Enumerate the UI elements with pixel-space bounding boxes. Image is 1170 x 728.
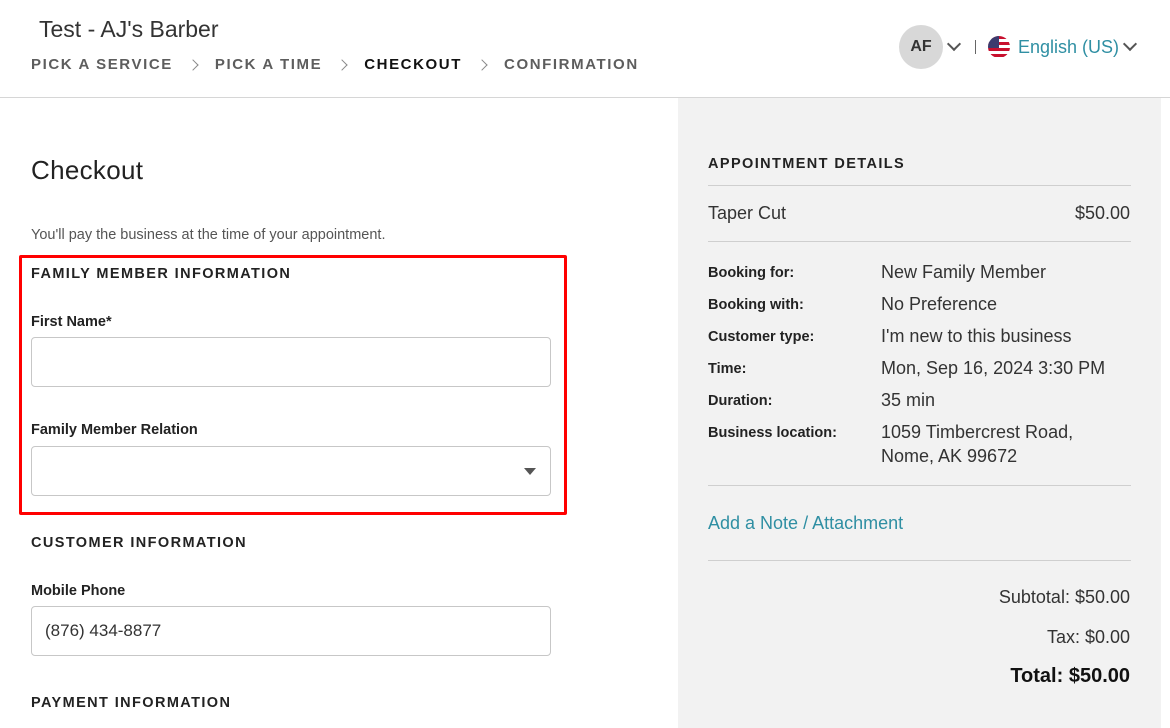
caret-down-icon (524, 468, 536, 475)
customer-section-title: CUSTOMER INFORMATION (31, 535, 247, 551)
step-checkout: CHECKOUT (364, 56, 463, 73)
divider (708, 560, 1131, 561)
total: Total: $50.00 (1010, 665, 1130, 687)
language-selector[interactable]: English (US) (1018, 37, 1119, 58)
booking-for-label: Booking for: (708, 265, 795, 281)
page-title: Checkout (31, 155, 144, 185)
booking-with-value: No Preference (881, 294, 998, 314)
relation-select[interactable] (31, 446, 551, 496)
payment-note: You'll pay the business at the time of y… (31, 227, 386, 243)
service-price: $50.00 (1074, 203, 1130, 223)
subtotal: Subtotal: $50.00 (998, 587, 1130, 607)
chevron-right-icon (336, 58, 348, 71)
booking-with-label: Booking with: (708, 297, 804, 313)
avatar[interactable]: AF (899, 25, 943, 69)
booking-for-value: New Family Member (881, 262, 1047, 282)
first-name-label: First Name* (31, 314, 112, 330)
step-pick-a-service[interactable]: PICK A SERVICE (31, 56, 173, 73)
time-value: Mon, Sep 16, 2024 3:30 PM (881, 358, 1106, 378)
business-name: Test - AJ's Barber (39, 16, 219, 42)
relation-label: Family Member Relation (31, 422, 198, 438)
mobile-phone-label: Mobile Phone (31, 583, 126, 599)
time-label: Time: (708, 361, 747, 377)
family-member-section-title: FAMILY MEMBER INFORMATION (31, 266, 292, 282)
divider (708, 485, 1131, 486)
top-header: Test - AJ's Barber PICK A SERVICE PICK A… (0, 0, 1170, 98)
step-confirmation: CONFIRMATION (504, 56, 639, 73)
appointment-details-title: APPOINTMENT DETAILS (708, 156, 906, 172)
booking-steps: PICK A SERVICE PICK A TIME CHECKOUT CONF… (31, 56, 639, 73)
chevron-right-icon (187, 58, 199, 71)
user-language-area: AF English (US) (899, 25, 1138, 69)
business-location-line1: 1059 Timbercrest Road, (881, 422, 1074, 442)
business-location-line2: Nome, AK 99672 (881, 446, 1018, 466)
us-flag-icon (988, 36, 1010, 58)
duration-value: 35 min (881, 390, 936, 410)
chevron-down-icon[interactable] (946, 36, 962, 52)
divider (975, 40, 976, 54)
customer-type-label: Customer type: (708, 329, 815, 345)
customer-type-value: I'm new to this business (881, 326, 1072, 346)
mobile-phone-input[interactable] (31, 606, 551, 656)
service-name: Taper Cut (708, 203, 787, 223)
chevron-right-icon (476, 58, 488, 71)
duration-label: Duration: (708, 393, 773, 409)
divider (708, 185, 1131, 186)
divider (708, 241, 1131, 242)
tax: Tax: $0.00 (1046, 627, 1130, 647)
business-location-label: Business location: (708, 425, 837, 441)
step-pick-a-time[interactable]: PICK A TIME (215, 56, 322, 73)
payment-section-title: PAYMENT INFORMATION (31, 695, 232, 711)
add-note-attachment-link[interactable]: Add a Note / Attachment (708, 513, 903, 534)
first-name-input[interactable] (31, 337, 551, 387)
chevron-down-icon[interactable] (1122, 36, 1138, 52)
